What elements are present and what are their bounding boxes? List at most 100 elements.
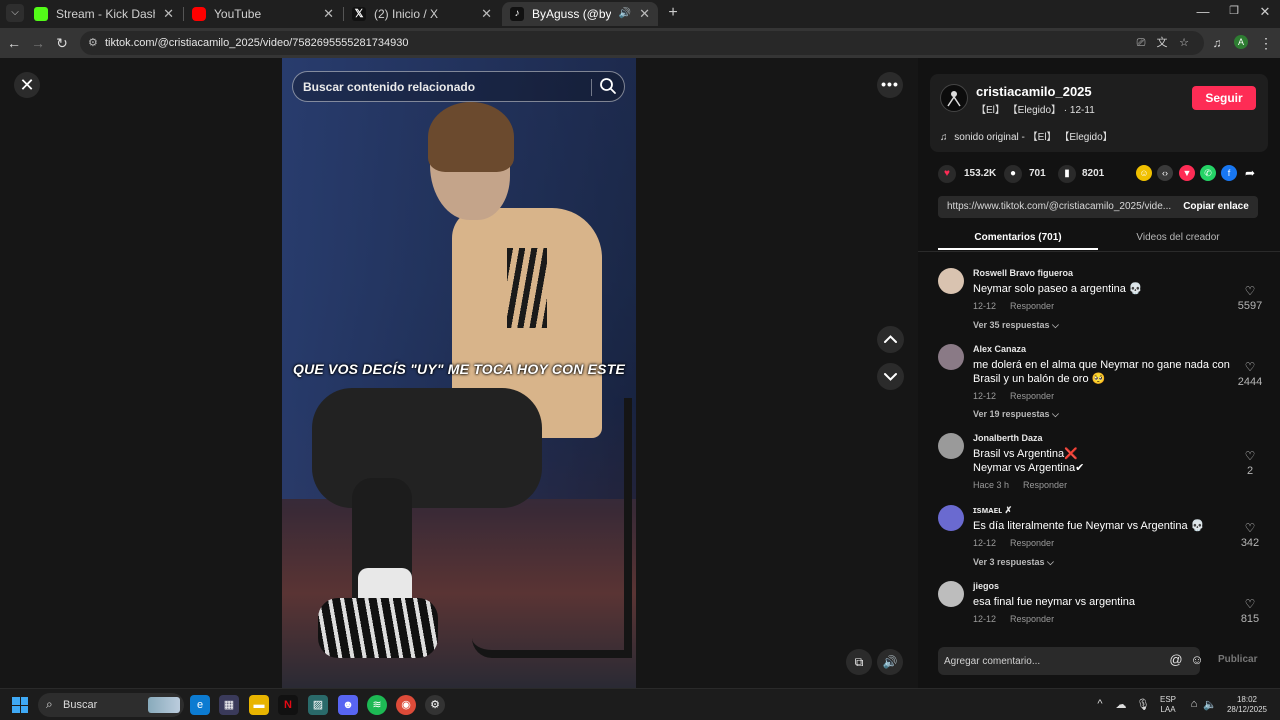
view-replies-link[interactable]: Ver 35 respuestas ⌵ (973, 320, 1059, 331)
tab-close-icon[interactable]: ✕ (481, 2, 492, 26)
window-close-icon[interactable]: ✕ (1255, 4, 1275, 20)
clock[interactable]: 18:02 28/12/2025 (1222, 695, 1272, 715)
comment-like[interactable]: ♡ 2444 (1234, 360, 1266, 388)
commenter-avatar[interactable] (938, 268, 964, 294)
commenter-name[interactable]: jiegos (973, 581, 999, 591)
microphone-icon[interactable]: 🎙 (1136, 698, 1150, 711)
copy-link-button[interactable]: Copiar enlace (1174, 196, 1258, 218)
tab-close-icon[interactable]: ✕ (163, 2, 174, 26)
commenter-name[interactable]: Jonalberth Daza (973, 433, 1043, 443)
bookmark-icon[interactable]: ▮ (1058, 165, 1076, 183)
comment-input[interactable] (944, 653, 1144, 669)
creator-username[interactable]: cristiacamilo_2025 (976, 84, 1092, 99)
comment-like[interactable]: ♡ 5597 (1234, 284, 1266, 312)
close-video-button[interactable]: ✕ (14, 72, 40, 98)
tab-creator-videos[interactable]: Videos del creador (1098, 228, 1258, 248)
media-controls-icon[interactable]: ♫ (1207, 33, 1227, 53)
heart-outline-icon[interactable]: ♡ (1234, 284, 1266, 298)
network-icon[interactable]: ⌂ (1187, 698, 1201, 710)
reload-icon[interactable]: ↻ (52, 33, 72, 53)
tab-audio-icon[interactable]: 🔊 (619, 2, 631, 26)
heart-outline-icon[interactable]: ♡ (1234, 597, 1266, 611)
comment-like[interactable]: ♡ 2 (1234, 449, 1266, 477)
heart-outline-icon[interactable]: ♡ (1234, 521, 1266, 535)
translate-icon[interactable]: 文 (1155, 36, 1169, 50)
view-replies-link[interactable]: Ver 19 respuestas ⌵ (973, 409, 1059, 420)
next-video-button[interactable] (877, 363, 904, 390)
store-icon[interactable]: ▦ (219, 695, 239, 715)
facebook-icon[interactable]: f (1221, 165, 1237, 181)
related-search-input[interactable] (303, 78, 583, 96)
related-search-bar[interactable] (292, 71, 625, 102)
site-info-icon[interactable]: ⚙ (88, 36, 102, 50)
reply-button[interactable]: Responder (1010, 538, 1054, 548)
mention-at-icon[interactable]: @ (1168, 652, 1184, 668)
tab-close-icon[interactable]: ✕ (639, 2, 650, 26)
url-text[interactable]: tiktok.com/@cristiacamilo_2025/video/758… (105, 31, 408, 55)
address-bar[interactable]: ⚙ tiktok.com/@cristiacamilo_2025/video/7… (80, 31, 1204, 55)
windows-start-icon[interactable] (12, 697, 28, 713)
video-player[interactable]: QUE VOS DECÍS "UY" ME TOCA HOY CON ESTE (282, 58, 636, 688)
send-to-friends-icon[interactable]: ▼ (1179, 165, 1195, 181)
post-comment-button[interactable]: Publicar (1218, 654, 1257, 665)
photos-icon[interactable]: ▨ (308, 695, 328, 715)
profile-avatar[interactable]: A (1234, 35, 1248, 49)
browser-tab-kick[interactable]: Stream - Kick Dashboard ✕ (26, 2, 182, 26)
search-icon[interactable] (599, 77, 617, 95)
edge-icon[interactable]: e (190, 695, 210, 715)
whatsapp-icon[interactable]: ✆ (1200, 165, 1216, 181)
browser-tab-tiktok[interactable]: ♪ ByAguss (@byagussteam) | 🔊 ✕ (502, 2, 658, 26)
reply-button[interactable]: Responder (1023, 480, 1067, 490)
commenter-avatar[interactable] (938, 344, 964, 370)
browser-tab-x[interactable]: 𝕏 (2) Inicio / X ✕ (344, 2, 500, 26)
previous-video-button[interactable] (877, 326, 904, 353)
spotify-icon[interactable]: ≋ (367, 695, 387, 715)
embed-code-icon[interactable]: ‹› (1157, 165, 1173, 181)
commenter-name[interactable]: ɪsᴍᴀᴇʟ ✗ (973, 505, 1012, 516)
steam-icon[interactable]: ⚙ (425, 695, 445, 715)
music-row[interactable]: ♫ sonido original - 【El】 【Elegido】 (940, 128, 1113, 143)
more-options-button[interactable]: ••• (877, 72, 903, 98)
follow-button[interactable]: Seguir (1192, 86, 1256, 110)
back-arrow-icon[interactable]: ← (4, 33, 24, 53)
file-explorer-icon[interactable]: ▬ (249, 695, 269, 715)
emoji-share-icon[interactable]: ☺ (1136, 165, 1152, 181)
tray-overflow-chevron-icon[interactable]: ^ (1093, 698, 1107, 710)
music-title[interactable]: sonido original - 【El】 【Elegido】 (954, 132, 1112, 143)
tab-close-icon[interactable]: ✕ (323, 2, 334, 26)
reply-button[interactable]: Responder (1010, 301, 1054, 311)
forward-arrow-icon[interactable]: → (28, 33, 48, 53)
volume-icon[interactable]: 🔊 (877, 649, 903, 675)
browser-tab-youtube[interactable]: YouTube ✕ (184, 2, 342, 26)
heart-outline-icon[interactable]: ♡ (1234, 449, 1266, 463)
discord-icon[interactable]: ☻ (338, 695, 358, 715)
restore-icon[interactable]: ❐ (1224, 4, 1244, 17)
chrome-icon[interactable]: ◉ (396, 695, 416, 715)
heart-outline-icon[interactable]: ♡ (1234, 360, 1266, 374)
view-replies-link[interactable]: Ver 3 respuestas ⌵ (973, 557, 1054, 568)
taskbar-search[interactable]: ⌕ Buscar (38, 693, 184, 717)
bookmark-star-icon[interactable]: ☆ (1177, 36, 1191, 50)
browser-menu-icon[interactable]: ⋮ (1256, 33, 1276, 53)
new-tab-button[interactable]: + (664, 4, 682, 22)
like-heart-icon[interactable]: ♥ (938, 165, 956, 183)
netflix-icon[interactable]: N (278, 695, 298, 715)
reply-button[interactable]: Responder (1010, 614, 1054, 624)
commenter-avatar[interactable] (938, 505, 964, 531)
tray-app-icon[interactable]: ☁ (1114, 698, 1128, 711)
tab-comments[interactable]: Comentarios (701) (938, 228, 1098, 250)
reply-button[interactable]: Responder (1010, 391, 1054, 401)
emoji-icon[interactable]: ☺ (1189, 652, 1205, 668)
share-link-text[interactable]: https://www.tiktok.com/@cristiacamilo_20… (947, 196, 1175, 218)
tab-search-menu-button[interactable]: ⌵ (6, 4, 24, 22)
share-arrow-icon[interactable]: ➦ (1242, 165, 1258, 181)
comment-like[interactable]: ♡ 342 (1234, 521, 1266, 549)
commenter-avatar[interactable] (938, 581, 964, 607)
cast-icon[interactable]: ⎚ (1134, 36, 1148, 50)
input-language[interactable]: ESP LAA (1155, 695, 1181, 715)
comment-bubble-icon[interactable]: ● (1004, 165, 1022, 183)
commenter-avatar[interactable] (938, 433, 964, 459)
floating-player-icon[interactable]: ⧉ (846, 649, 872, 675)
creator-avatar[interactable] (940, 84, 968, 112)
comment-like[interactable]: ♡ 815 (1234, 597, 1266, 625)
